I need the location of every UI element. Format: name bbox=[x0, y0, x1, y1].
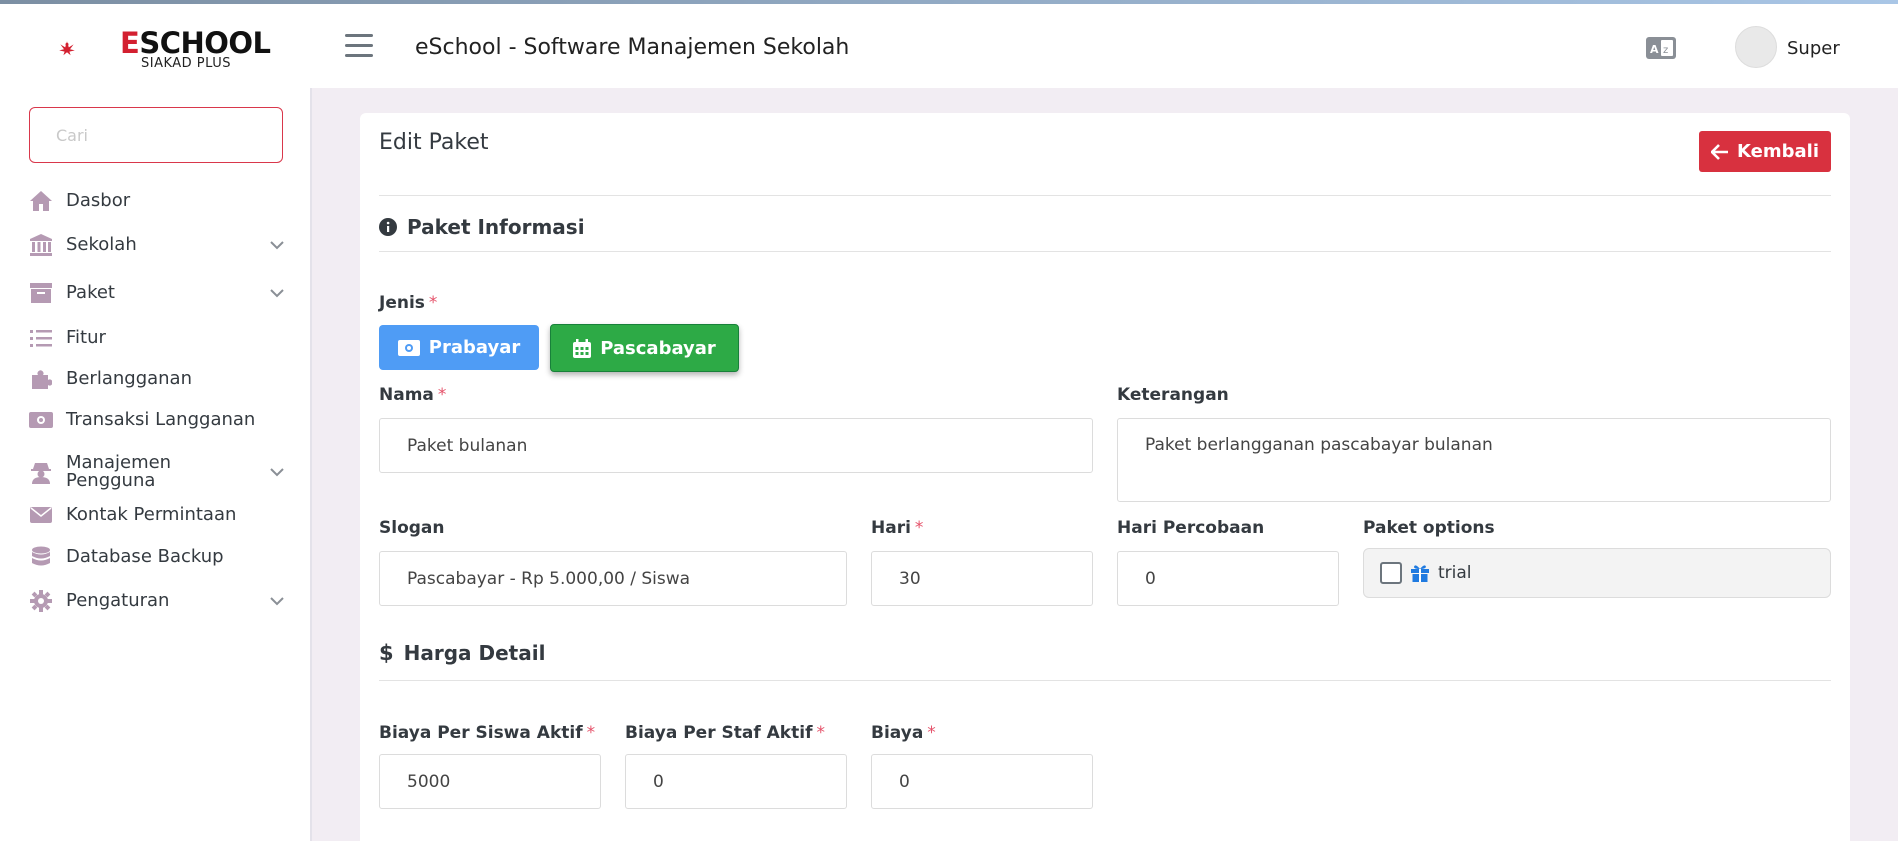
sidebar-item-label: Sekolah bbox=[66, 234, 137, 255]
arrow-left-icon bbox=[1711, 143, 1729, 160]
list-icon bbox=[29, 326, 53, 350]
dollar-icon: $ bbox=[379, 641, 394, 665]
biaya-siswa-label: Biaya Per Siswa Aktif * bbox=[379, 723, 596, 743]
sidebar-item-label: Manajemen Pengguna bbox=[66, 452, 172, 491]
biaya-siswa-input[interactable]: 5000 bbox=[379, 754, 601, 809]
nama-input[interactable]: Paket bulanan bbox=[379, 418, 1093, 473]
archive-icon bbox=[29, 281, 53, 305]
sidebar-item-label: Dasbor bbox=[66, 190, 131, 211]
paket-options-label: Paket options bbox=[1363, 518, 1495, 538]
sidebar-item-manajemen-pengguna[interactable]: Manajemen Pengguna bbox=[29, 450, 285, 494]
hari-input[interactable]: 30 bbox=[871, 551, 1093, 606]
eschool-logo-icon bbox=[59, 41, 75, 56]
jenis-prabayar-button[interactable]: Prabayar bbox=[379, 325, 539, 370]
biaya-input[interactable]: 0 bbox=[871, 754, 1093, 809]
avatar[interactable] bbox=[1735, 26, 1777, 68]
user-name[interactable]: Super bbox=[1787, 38, 1840, 59]
section-paket-informasi: Paket Informasi bbox=[379, 215, 585, 239]
logo-wordmark: ESCHOOL bbox=[120, 26, 271, 60]
hari-percobaan-input[interactable]: 0 bbox=[1117, 551, 1339, 606]
top-header: ESCHOOL SIAKAD PLUS eSchool - Software M… bbox=[0, 4, 1898, 88]
sidebar-item-label: Kontak Permintaan bbox=[66, 504, 237, 525]
sidebar-item-berlangganan[interactable]: Berlangganan bbox=[29, 361, 285, 397]
menu-toggle-icon[interactable] bbox=[345, 34, 373, 58]
section-harga-detail: $ Harga Detail bbox=[379, 641, 545, 665]
language-icon[interactable]: A z bbox=[1646, 37, 1676, 59]
user-secret-icon bbox=[29, 460, 53, 484]
money-icon bbox=[397, 339, 420, 356]
app-title: eSchool - Software Manajemen Sekolah bbox=[415, 35, 850, 60]
keterangan-label: Keterangan bbox=[1117, 385, 1229, 405]
hari-percobaan-label: Hari Percobaan bbox=[1117, 518, 1265, 538]
back-button-label: Kembali bbox=[1737, 141, 1819, 162]
nama-label: Nama * bbox=[379, 385, 447, 405]
database-icon bbox=[29, 545, 53, 569]
page-title: Edit Paket bbox=[379, 130, 489, 155]
sidebar-item-pengaturan[interactable]: Pengaturan bbox=[29, 583, 285, 619]
jenis-pascabayar-label: Pascabayar bbox=[600, 337, 716, 359]
paket-options-box: trial bbox=[1363, 548, 1831, 598]
svg-text:z: z bbox=[1663, 45, 1668, 56]
money-icon bbox=[29, 408, 53, 432]
biaya-label: Biaya * bbox=[871, 723, 936, 743]
sidebar-item-label: Berlangganan bbox=[66, 368, 192, 389]
gift-icon bbox=[1411, 564, 1429, 582]
sidebar-item-kontak-permintaan[interactable]: Kontak Permintaan bbox=[29, 497, 285, 533]
logo-subtitle: SIAKAD PLUS bbox=[141, 56, 232, 71]
sidebar-item-label: Paket bbox=[66, 282, 115, 303]
section-title-label: Paket Informasi bbox=[407, 215, 585, 239]
sidebar-item-label: Fitur bbox=[66, 327, 106, 348]
biaya-staf-label: Biaya Per Staf Aktif * bbox=[625, 723, 825, 743]
sidebar-item-label: Pengaturan bbox=[66, 590, 170, 611]
home-icon bbox=[29, 189, 53, 213]
hari-label: Hari * bbox=[871, 518, 924, 538]
chevron-down-icon bbox=[270, 289, 284, 298]
divider bbox=[379, 680, 1831, 681]
biaya-staf-input[interactable]: 0 bbox=[625, 754, 847, 809]
slogan-label: Slogan bbox=[379, 518, 445, 538]
puzzle-icon bbox=[29, 367, 53, 391]
sidebar-item-label: Transaksi Langganan bbox=[66, 409, 256, 430]
jenis-prabayar-label: Prabayar bbox=[428, 337, 521, 358]
trial-checkbox[interactable] bbox=[1380, 562, 1402, 584]
jenis-pascabayar-button[interactable]: Pascabayar bbox=[550, 324, 739, 372]
chevron-down-icon bbox=[270, 241, 284, 250]
section-title-label: Harga Detail bbox=[403, 641, 546, 665]
chevron-down-icon bbox=[270, 597, 284, 606]
envelope-icon bbox=[29, 503, 53, 527]
divider bbox=[379, 251, 1831, 252]
sidebar-item-transaksi-langganan[interactable]: Transaksi Langganan bbox=[29, 402, 285, 438]
trial-label: trial bbox=[1438, 563, 1472, 583]
sidebar-item-sekolah[interactable]: Sekolah bbox=[29, 227, 285, 263]
gear-icon bbox=[29, 589, 53, 613]
calendar-icon bbox=[573, 338, 592, 358]
school-icon bbox=[29, 233, 53, 257]
chevron-down-icon bbox=[270, 468, 284, 477]
sidebar-item-fitur[interactable]: Fitur bbox=[29, 320, 285, 356]
sidebar-item-database-backup[interactable]: Database Backup bbox=[29, 539, 285, 575]
search-input[interactable] bbox=[29, 107, 283, 163]
svg-text:A: A bbox=[1650, 43, 1659, 56]
sidebar: Dasbor Sekolah Paket Fitur Berlangganan … bbox=[0, 88, 312, 841]
slogan-input[interactable]: Pascabayar - Rp 5.000,00 / Siswa bbox=[379, 551, 847, 606]
divider bbox=[379, 195, 1831, 196]
info-circle-icon bbox=[379, 218, 397, 236]
keterangan-textarea[interactable]: Paket berlangganan pascabayar bulanan bbox=[1117, 418, 1831, 502]
sidebar-item-label: Database Backup bbox=[66, 546, 224, 567]
back-button[interactable]: Kembali bbox=[1699, 131, 1831, 172]
jenis-label: Jenis * bbox=[379, 293, 438, 313]
sidebar-item-dasbor[interactable]: Dasbor bbox=[29, 183, 285, 219]
sidebar-item-paket[interactable]: Paket bbox=[29, 275, 285, 311]
edit-paket-card: Edit Paket Kembali Paket Informasi Jenis… bbox=[360, 113, 1850, 841]
